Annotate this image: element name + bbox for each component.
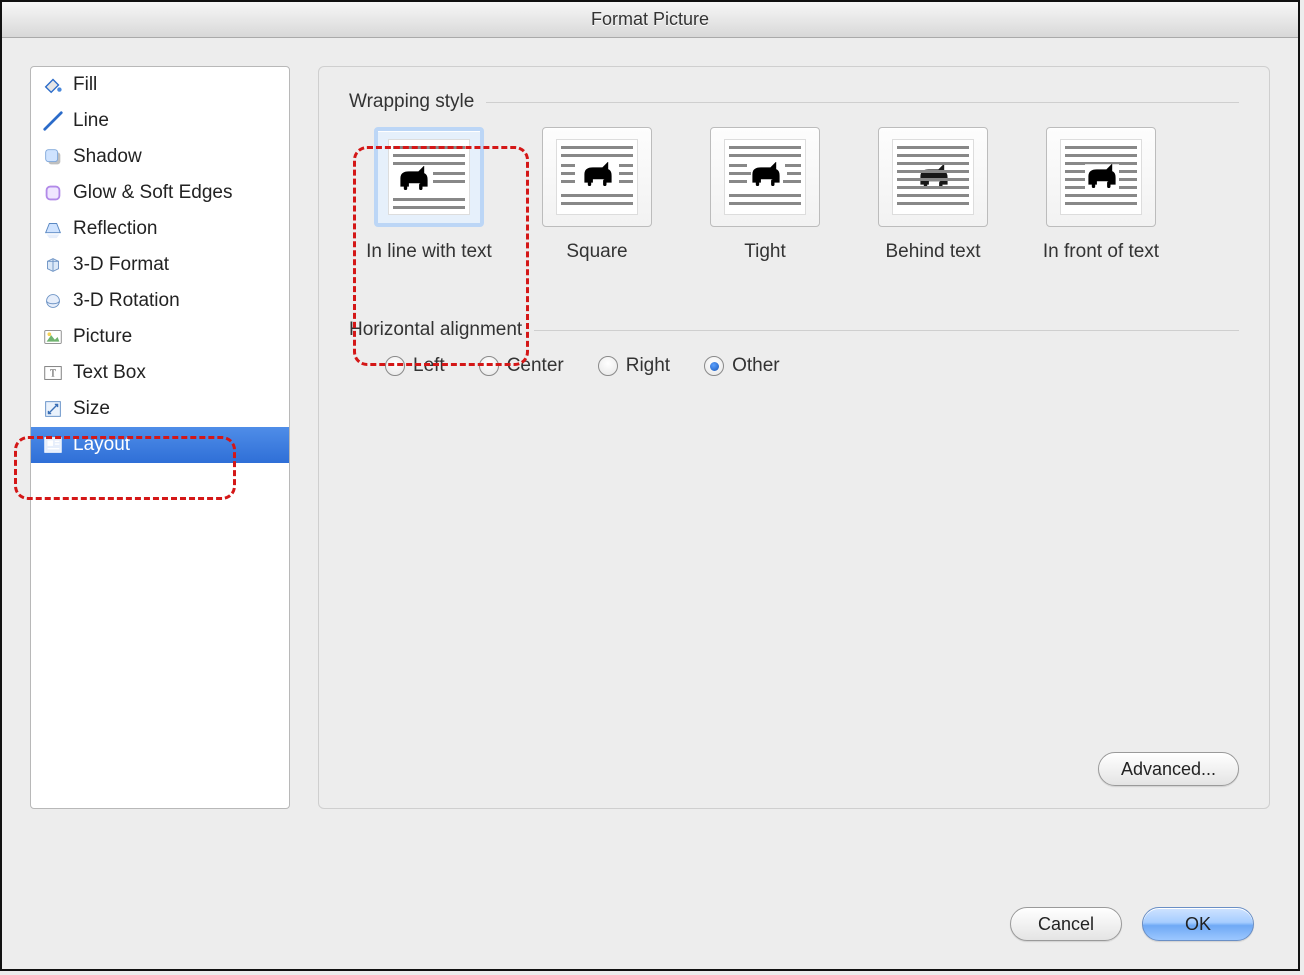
layout-panel: Wrapping style In line with text bbox=[318, 66, 1270, 809]
sidebar-item-reflection[interactable]: Reflection bbox=[31, 211, 289, 247]
radio-icon bbox=[479, 356, 499, 376]
sidebar-item-label: Shadow bbox=[73, 146, 142, 169]
sidebar-item-label: Layout bbox=[73, 434, 130, 457]
radio-icon bbox=[385, 356, 405, 376]
size-icon bbox=[41, 397, 65, 421]
sidebar-item-picture[interactable]: Picture bbox=[31, 319, 289, 355]
section-rule bbox=[486, 102, 1239, 103]
sidebar-item-line[interactable]: Line bbox=[31, 103, 289, 139]
sidebar-item-3d-rotation[interactable]: 3-D Rotation bbox=[31, 283, 289, 319]
wrap-option-label: Behind text bbox=[885, 241, 980, 285]
sidebar-item-label: Text Box bbox=[73, 362, 146, 385]
radio-align-left[interactable]: Left bbox=[385, 355, 445, 377]
sidebar-item-label: Line bbox=[73, 110, 109, 133]
dialog-content: Fill Line Shadow Glow & Soft Edges bbox=[2, 38, 1298, 901]
sidebar-item-glow[interactable]: Glow & Soft Edges bbox=[31, 175, 289, 211]
wrap-thumb-tight bbox=[710, 127, 820, 227]
wrapping-options: In line with text Square bbox=[359, 127, 1239, 285]
cancel-button[interactable]: Cancel bbox=[1010, 907, 1122, 941]
reflection-icon bbox=[41, 217, 65, 241]
alignment-section: Horizontal alignment bbox=[349, 319, 1239, 341]
picture-icon bbox=[41, 325, 65, 349]
textbox-icon: T bbox=[41, 361, 65, 385]
wrap-thumb-square bbox=[542, 127, 652, 227]
sidebar-item-layout[interactable]: Layout bbox=[31, 427, 289, 463]
sidebar-item-label: 3-D Rotation bbox=[73, 290, 180, 313]
sidebar-item-shadow[interactable]: Shadow bbox=[31, 139, 289, 175]
wrap-option-front[interactable]: In front of text bbox=[1031, 127, 1171, 285]
section-label: Horizontal alignment bbox=[349, 319, 522, 341]
line-icon bbox=[41, 109, 65, 133]
svg-text:T: T bbox=[50, 369, 56, 380]
sidebar-item-fill[interactable]: Fill bbox=[31, 67, 289, 103]
paint-bucket-icon bbox=[41, 73, 65, 97]
wrap-thumb-inline bbox=[374, 127, 484, 227]
sidebar-item-label: 3-D Format bbox=[73, 254, 169, 277]
category-sidebar: Fill Line Shadow Glow & Soft Edges bbox=[30, 66, 290, 809]
radio-align-right[interactable]: Right bbox=[598, 355, 670, 377]
radio-align-center[interactable]: Center bbox=[479, 355, 564, 377]
wrap-option-inline[interactable]: In line with text bbox=[359, 127, 499, 285]
format-picture-dialog: Format Picture Fill Line Shadow bbox=[0, 0, 1300, 971]
sidebar-item-label: Picture bbox=[73, 326, 132, 349]
sidebar-item-size[interactable]: Size bbox=[31, 391, 289, 427]
window-title: Format Picture bbox=[591, 9, 709, 30]
wrap-option-label: Tight bbox=[744, 241, 786, 285]
radio-label: Other bbox=[732, 355, 780, 377]
cube-icon bbox=[41, 253, 65, 277]
sidebar-item-3d-format[interactable]: 3-D Format bbox=[31, 247, 289, 283]
radio-label: Right bbox=[626, 355, 670, 377]
dialog-footer: Cancel OK bbox=[2, 901, 1298, 969]
radio-align-other[interactable]: Other bbox=[704, 355, 780, 377]
section-rule bbox=[534, 330, 1239, 331]
alignment-options: Left Center Right Other bbox=[385, 355, 1239, 377]
sidebar-item-label: Glow & Soft Edges bbox=[73, 182, 232, 205]
section-label: Wrapping style bbox=[349, 91, 474, 113]
advanced-button[interactable]: Advanced... bbox=[1098, 752, 1239, 786]
layout-icon bbox=[41, 433, 65, 457]
wrap-option-square[interactable]: Square bbox=[527, 127, 667, 285]
glow-icon bbox=[41, 181, 65, 205]
wrap-option-tight[interactable]: Tight bbox=[695, 127, 835, 285]
shadow-icon bbox=[41, 145, 65, 169]
sidebar-item-label: Reflection bbox=[73, 218, 158, 241]
radio-label: Left bbox=[413, 355, 445, 377]
wrap-thumb-behind bbox=[878, 127, 988, 227]
radio-label: Center bbox=[507, 355, 564, 377]
sidebar-item-label: Size bbox=[73, 398, 110, 421]
titlebar: Format Picture bbox=[2, 2, 1298, 38]
radio-icon bbox=[704, 356, 724, 376]
sidebar-item-label: Fill bbox=[73, 74, 97, 97]
wrap-thumb-front bbox=[1046, 127, 1156, 227]
radio-icon bbox=[598, 356, 618, 376]
sidebar-item-text-box[interactable]: T Text Box bbox=[31, 355, 289, 391]
wrap-option-label: In front of text bbox=[1043, 241, 1159, 285]
wrap-option-label: In line with text bbox=[366, 241, 492, 285]
wrap-option-behind[interactable]: Behind text bbox=[863, 127, 1003, 285]
wrap-option-label: Square bbox=[566, 241, 627, 285]
rotation-icon bbox=[41, 289, 65, 313]
ok-button[interactable]: OK bbox=[1142, 907, 1254, 941]
wrapping-style-section: Wrapping style bbox=[349, 91, 1239, 113]
